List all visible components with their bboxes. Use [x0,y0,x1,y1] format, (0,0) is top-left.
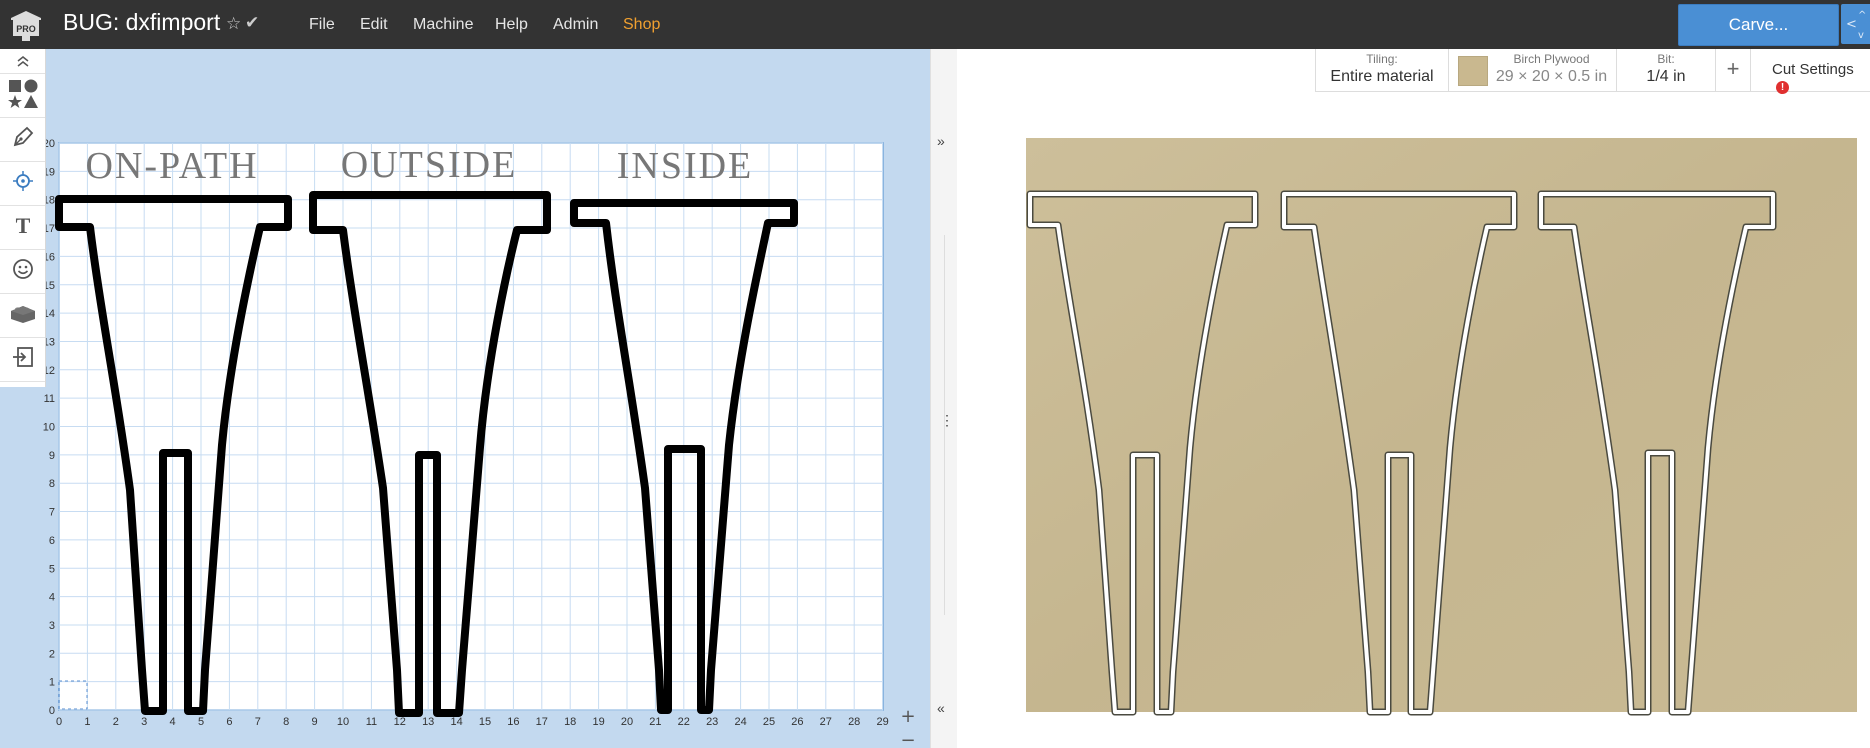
tool-palette: T [0,49,46,387]
x-tick-label: 8 [283,716,289,728]
tiling-value: Entire material [1330,68,1434,85]
x-tick-label: 21 [649,716,661,728]
y-tick-label: 9 [49,450,55,462]
material-board [1026,138,1857,712]
bit-label: Bit: [1657,52,1675,66]
x-tick-label: 23 [706,716,718,728]
x-tick-label: 15 [479,716,491,728]
label-inside: INSIDE [617,145,754,187]
zoom-out-button[interactable]: − [900,730,915,748]
import-tool[interactable] [0,338,45,382]
x-tick-label: 3 [141,716,147,728]
material-swatch [1458,56,1488,86]
warning-icon: ! [1776,81,1789,94]
tiling-label: Tiling: [1366,52,1398,66]
crosshair-icon [11,169,35,198]
preview-panel [957,49,1870,748]
x-tick-label: 27 [820,716,832,728]
svg-text:v: v [1858,30,1864,41]
y-tick-label: 7 [49,507,55,519]
svg-text:T: T [15,213,30,237]
bit-setting[interactable]: Bit: 1/4 in [1617,49,1716,91]
svg-text:^: ^ [1858,10,1866,21]
pen-tool[interactable] [0,118,45,162]
import-icon [11,345,35,374]
3d-model-tool[interactable] [0,294,45,338]
svg-text:<: < [1846,17,1857,32]
x-tick-label: 20 [621,716,633,728]
panel-splitter[interactable]: » ⋮ « [930,49,957,748]
brick-icon [9,302,37,329]
material-size: 29 × 20 × 0.5 in [1495,68,1608,85]
x-tick-label: 9 [312,716,318,728]
x-tick-label: 17 [536,716,548,728]
y-tick-label: 10 [43,422,55,434]
tiling-setting[interactable]: Tiling: Entire material [1316,49,1449,91]
material-setting[interactable]: Birch Plywood 29 × 20 × 0.5 in [1449,49,1617,91]
x-tick-label: 18 [564,716,576,728]
shapes-tool[interactable] [0,74,45,118]
zoom-in-button[interactable]: + [900,706,915,727]
x-tick-label: 14 [450,716,462,728]
y-tick-label: 3 [49,620,55,632]
x-tick-label: 16 [507,716,519,728]
carve-preview[interactable] [957,49,1870,748]
y-tick-label: 1 [49,677,55,689]
x-tick-label: 24 [734,716,746,728]
x-tick-label: 26 [791,716,803,728]
x-tick-label: 2 [113,716,119,728]
x-tick-label: 4 [170,716,176,728]
y-tick-label: 5 [49,563,55,575]
material-name: Birch Plywood [1513,52,1590,66]
x-tick-label: 0 [56,716,62,728]
collapse-right-button[interactable]: » [937,133,945,149]
x-tick-label: 6 [226,716,232,728]
point-input-tool[interactable] [0,162,45,206]
x-tick-label: 12 [394,716,406,728]
expand-corner-button[interactable]: < ^ v [1841,4,1870,44]
x-tick-label: 10 [337,716,349,728]
label-outside: OUTSIDE [341,144,518,186]
collapse-tools-button[interactable] [0,49,45,74]
cut-settings-label: Cut Settings [1772,61,1854,78]
text-icon: T [11,213,35,242]
x-tick-label: 5 [198,716,204,728]
collapse-left-button[interactable]: « [937,700,945,716]
carve-button[interactable]: Carve... [1678,4,1839,46]
y-tick-label: 11 [44,393,55,405]
x-tick-label: 7 [255,716,261,728]
y-tick-label: 0 [49,705,55,717]
x-tick-label: 29 [876,716,888,728]
x-tick-label: 13 [422,716,434,728]
grid-lines [58,142,884,711]
x-tick-label: 19 [592,716,604,728]
y-tick-label: 2 [49,648,55,660]
y-tick-label: 8 [49,478,55,490]
cut-settings-button[interactable]: Cut Settings! [1772,61,1870,95]
text-tool[interactable]: T [0,206,45,250]
bit-value: 1/4 in [1646,68,1686,85]
add-bit-button[interactable]: + [1716,49,1751,91]
x-tick-label: 22 [678,716,690,728]
pen-icon [11,125,35,154]
smiley-icon [11,257,35,286]
y-tick-label: 4 [49,592,55,604]
x-tick-label: 1 [84,716,90,728]
x-tick-label: 28 [848,716,860,728]
y-tick-label: 6 [49,535,55,547]
label-on-path: ON-PATH [85,145,258,187]
x-tick-label: 25 [763,716,775,728]
x-tick-label: 11 [366,716,377,728]
icon-library-tool[interactable] [0,250,45,294]
shapes-icon [7,77,39,114]
drag-handle[interactable]: ⋮ [940,412,954,429]
